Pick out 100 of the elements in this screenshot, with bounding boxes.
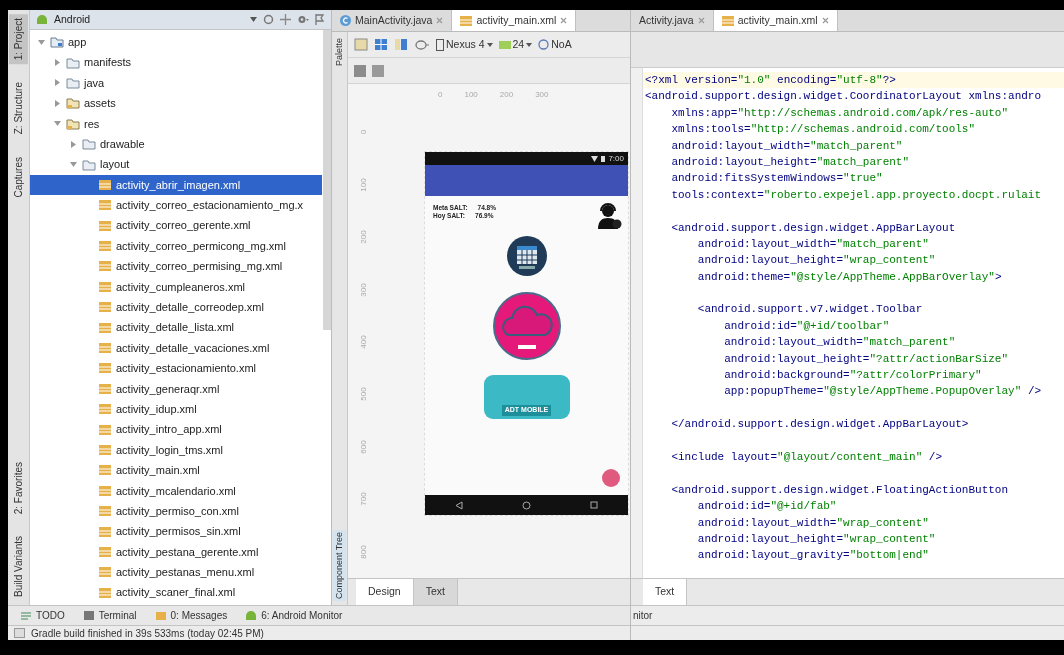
tree-item[interactable]: activity_abrir_imagen.xml <box>30 174 322 196</box>
folder-icon <box>82 138 96 151</box>
tree-item[interactable]: res <box>30 113 322 134</box>
code-line: android:background="?attr/colorPrimary" <box>723 368 983 384</box>
scrollbar[interactable] <box>323 30 331 330</box>
tree-item[interactable]: activity_mcalendario.xml <box>30 480 322 501</box>
tree-item[interactable]: activity_correo_permicong_mg.xml <box>30 235 322 257</box>
tree-item[interactable]: activity_correo_gerente.xml <box>30 215 322 236</box>
sync-icon[interactable] <box>263 14 274 25</box>
tool-window-tab[interactable]: TODO <box>20 608 65 623</box>
ruler-label: 400 <box>358 335 369 349</box>
palette-tab[interactable]: Palette <box>332 36 347 69</box>
code-line: android:layout_width="wrap_content" <box>696 515 930 531</box>
status-message: Gradle build finished in 39s 533ms (today 02:45 PM) <box>31 626 264 641</box>
api-level-selector[interactable]: 24 <box>498 36 533 53</box>
split-view-icon[interactable] <box>394 38 408 51</box>
collapse-arrow-icon[interactable] <box>69 160 77 168</box>
code-line: tools:context="roberto.expejel.app.proyecto.docpt.rulait <box>670 187 1043 203</box>
layout-file-icon <box>98 545 112 558</box>
tree-item[interactable]: activity_detalle_lista.xml <box>30 317 322 338</box>
folder-icon <box>66 56 80 69</box>
expand-arrow-icon[interactable] <box>53 58 61 66</box>
close-icon[interactable] <box>821 17 829 24</box>
editor-mode-tab[interactable]: Text <box>413 579 458 605</box>
editor-tab[interactable]: activity_main.xml <box>452 10 577 31</box>
folder-icon <box>82 158 96 171</box>
expand-arrow-icon[interactable] <box>69 140 77 148</box>
code-line: android:layout_height="wrap_content" <box>696 253 937 269</box>
dropdown-caret-icon[interactable] <box>526 42 533 47</box>
tree-item[interactable]: activity_generaqr.xml <box>30 378 322 400</box>
layout-file-icon <box>98 240 112 253</box>
tree-item[interactable]: activity_correo_estacionamiento_mg.x <box>30 195 322 216</box>
tree-item[interactable]: activity_login_tms.xml <box>30 439 322 461</box>
collapse-arrow-icon[interactable] <box>53 120 61 128</box>
tree-item[interactable]: activity_pestanas_menu.xml <box>30 562 322 583</box>
tool-window-tab[interactable]: 6: Android Monitor <box>245 608 343 623</box>
tree-item[interactable]: activity_detalle_correodep.xml <box>30 297 322 318</box>
tree-item[interactable]: assets <box>30 93 322 114</box>
code-line: android:fitsSystemWindows="true" <box>670 171 884 187</box>
cloud-icon <box>491 290 562 361</box>
tree-item[interactable]: activity_estacionamiento.xml <box>30 358 322 379</box>
messages-icon <box>154 610 167 621</box>
editor-mode-tab[interactable]: Design <box>356 579 414 605</box>
code-line: app:popupTheme="@style/AppTheme.PopupOverlay" /> <box>723 384 1043 400</box>
tree-item[interactable]: manifests <box>30 52 322 73</box>
tree-item[interactable]: activity_detalle_vacaciones.xml <box>30 337 322 359</box>
close-icon[interactable] <box>436 17 444 24</box>
code-line: android:layout_width="match_parent" <box>670 138 904 154</box>
tree-item[interactable]: layout <box>30 154 322 175</box>
layout-file-icon <box>98 199 112 212</box>
tree-item[interactable]: activity_permiso_con.xml <box>30 501 322 522</box>
expand-arrow-icon[interactable] <box>53 79 61 87</box>
code-line: android:layout_width="match_parent" <box>723 335 957 351</box>
tree-item[interactable]: activity_intro_app.xml <box>30 419 322 440</box>
tree-item[interactable]: activity_cumpleaneros.xml <box>30 276 322 298</box>
tree-item[interactable]: activity_pestana_gerente.xml <box>30 541 322 563</box>
tree-item[interactable]: activity_permisos_sin.xml <box>30 521 322 542</box>
tool-window-tab[interactable]: Build Variants <box>9 532 28 601</box>
theme-selector[interactable]: NoA <box>538 36 572 53</box>
tool-window-tab[interactable]: Z: Structure <box>9 78 28 139</box>
resource-folder-icon <box>66 97 80 110</box>
tool-window-tab[interactable]: Captures <box>9 152 28 202</box>
editor-mode-tab[interactable]: Text <box>643 579 688 605</box>
component-tree-tab[interactable]: Component Tree <box>332 529 347 601</box>
tree-item[interactable]: activity_correo_permising_mg.xml <box>30 256 322 277</box>
layout-file-icon <box>98 464 112 477</box>
tree-item[interactable]: app <box>30 32 322 53</box>
tool-window-tab[interactable]: Terminal <box>82 608 137 623</box>
design-view-icon[interactable] <box>354 38 368 51</box>
recents-icon <box>590 501 599 509</box>
status-icon <box>14 628 25 638</box>
tree-item[interactable]: activity_main.xml <box>30 460 322 481</box>
editor-tab[interactable]: activity_main.xml <box>713 10 838 31</box>
close-icon[interactable] <box>560 17 568 24</box>
collapse-arrow-icon[interactable] <box>37 38 45 46</box>
layout-file-icon <box>721 15 734 26</box>
orientation-icon[interactable] <box>414 38 430 51</box>
layout-file-icon <box>98 525 112 538</box>
layout-file-icon <box>98 505 112 518</box>
expand-arrow-icon[interactable] <box>53 99 61 107</box>
tool-window-tab[interactable]: 0: Messages <box>154 608 228 623</box>
tree-item[interactable]: activity_idup.xml <box>30 399 322 420</box>
blueprint-view-icon[interactable] <box>374 38 388 51</box>
device-selector[interactable]: Nexus 4 <box>436 36 493 53</box>
dropdown-caret-icon[interactable] <box>486 42 493 47</box>
tool-window-tab[interactable]: 2: Favorites <box>9 457 28 519</box>
layout-file-icon <box>98 321 112 334</box>
tree-item[interactable]: java <box>30 72 322 94</box>
settings-icon[interactable] <box>297 14 309 25</box>
dropdown-caret-icon[interactable] <box>250 17 257 22</box>
ruler-label: 500 <box>358 387 369 402</box>
tool-window-tab[interactable]: 1: Project <box>9 14 28 65</box>
floating-action-button[interactable] <box>602 469 620 487</box>
code-line: xmlns:tools="http://schemas.android.com/tools" <box>670 122 977 138</box>
code-line: android:id="@+id/toolbar" <box>723 318 891 334</box>
tree-item[interactable]: drawable <box>30 133 322 155</box>
tree-item[interactable]: activity_scaner_final.xml <box>30 582 322 603</box>
tool-window-label[interactable]: nitor <box>633 608 653 623</box>
close-icon[interactable] <box>697 17 705 24</box>
code-line: <android.support.design.widget.AppBarLayout <box>670 220 957 236</box>
